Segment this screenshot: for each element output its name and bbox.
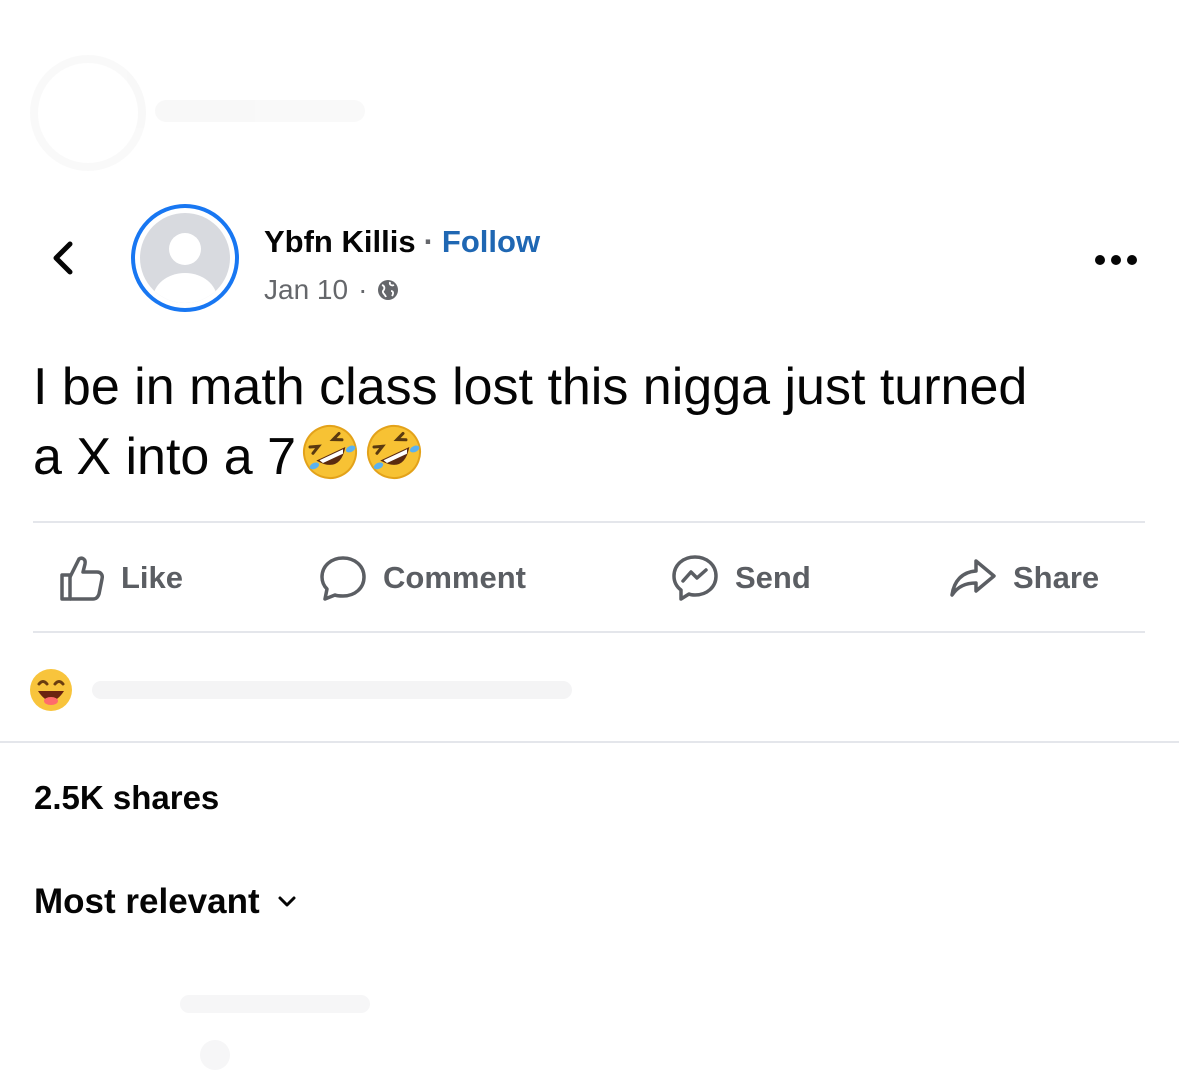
follow-button[interactable]: Follow bbox=[442, 224, 540, 259]
divider bbox=[0, 741, 1179, 743]
divider bbox=[33, 521, 1145, 523]
faded-header bbox=[30, 55, 1150, 171]
messenger-icon bbox=[667, 550, 723, 606]
share-label: Share bbox=[1013, 560, 1100, 595]
more-options-button[interactable] bbox=[1088, 244, 1144, 276]
rofl-emoji bbox=[300, 422, 360, 482]
faded-title bbox=[155, 100, 365, 122]
faded-comment-author bbox=[180, 995, 370, 1013]
faded-comment-avatar bbox=[200, 1040, 230, 1070]
comment-bubble-icon bbox=[315, 550, 371, 606]
send-label: Send bbox=[735, 560, 811, 595]
date-separator: · bbox=[358, 274, 368, 305]
comment-sort-dropdown[interactable]: Most relevant bbox=[34, 880, 300, 924]
rofl-emoji bbox=[364, 422, 424, 482]
post-body: I be in math class lost this nigga just … bbox=[33, 352, 1143, 492]
reactions-summary[interactable] bbox=[28, 664, 628, 716]
author-name[interactable]: Ybfn Killis bbox=[264, 224, 416, 259]
globe-icon bbox=[377, 279, 399, 301]
chevron-down-icon bbox=[274, 889, 300, 915]
post-text-line2: a X into a 7 bbox=[33, 428, 297, 486]
action-bar: Like Comment Send Share bbox=[33, 540, 1145, 616]
more-dots-icon bbox=[1095, 255, 1137, 265]
shares-count[interactable]: 2.5K shares bbox=[34, 778, 219, 818]
name-separator: · bbox=[423, 224, 434, 259]
like-label: Like bbox=[121, 560, 184, 595]
like-button[interactable]: Like bbox=[53, 540, 183, 616]
share-button[interactable]: Share bbox=[945, 540, 1099, 616]
post-meta: Jan 10 · bbox=[264, 272, 399, 308]
author-avatar[interactable] bbox=[131, 204, 239, 312]
post-date[interactable]: Jan 10 bbox=[264, 272, 348, 308]
post-text-line2-row: a X into a 7 bbox=[33, 422, 1143, 492]
comment-button[interactable]: Comment bbox=[315, 540, 526, 616]
send-button[interactable]: Send bbox=[667, 540, 811, 616]
faded-avatar bbox=[30, 55, 146, 171]
thumbs-up-icon bbox=[53, 550, 109, 606]
author-line: Ybfn Killis · Follow bbox=[264, 222, 540, 262]
faded-reaction-text bbox=[92, 681, 572, 699]
chevron-left-icon bbox=[53, 241, 73, 275]
back-button[interactable] bbox=[40, 236, 84, 280]
sort-label: Most relevant bbox=[34, 882, 260, 921]
default-avatar-icon bbox=[140, 213, 230, 303]
comment-label: Comment bbox=[383, 560, 526, 595]
post-text-line1: I be in math class lost this nigga just … bbox=[33, 358, 1028, 416]
share-arrow-icon bbox=[945, 550, 1001, 606]
haha-emoji bbox=[28, 667, 74, 713]
divider bbox=[33, 631, 1145, 633]
